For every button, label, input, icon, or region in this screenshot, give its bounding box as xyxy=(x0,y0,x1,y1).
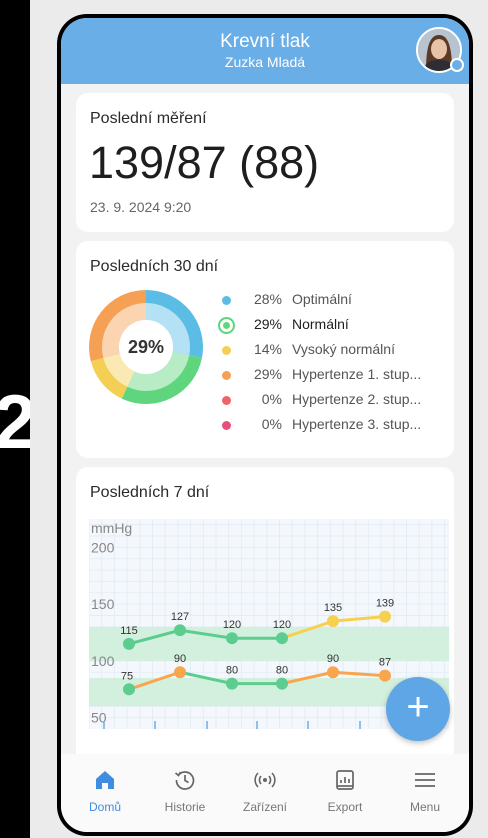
last-measurement-card[interactable]: Poslední měření 139/87 (88) 23. 9. 2024 … xyxy=(76,93,454,232)
app-screen: Krevní tlak Zuzka Mladá Poslední měření … xyxy=(61,18,469,832)
nav-label: Export xyxy=(327,800,363,814)
data-label: 75 xyxy=(121,670,133,682)
card-title: Posledních 30 dní xyxy=(90,258,219,275)
y-axis-label: mmHg xyxy=(91,520,132,536)
card-title: Poslední měření xyxy=(90,110,207,127)
legend-pct: 0% xyxy=(261,391,282,407)
app-header: Krevní tlak Zuzka Mladá xyxy=(61,18,469,84)
legend-item[interactable]: 28% Optimální xyxy=(216,291,452,311)
legend-label: Hypertenze 2. stup... xyxy=(292,391,422,407)
legend-item[interactable]: 29% Hypertenze 1. stup... xyxy=(216,366,452,386)
data-label: 90 xyxy=(174,653,186,665)
data-point xyxy=(327,615,339,628)
data-label: 120 xyxy=(223,619,241,631)
y-tick-label: 150 xyxy=(91,596,115,612)
last-30-days-card[interactable]: Posledních 30 dní 29% 28% Optimální 29% … xyxy=(76,241,454,458)
systolic-target-band xyxy=(89,626,449,661)
legend-pct: 0% xyxy=(261,416,282,432)
history-icon xyxy=(174,771,195,790)
y-tick-label: 100 xyxy=(91,653,115,669)
measurement-value: 139/87 (88) xyxy=(89,137,320,188)
nav-item-home[interactable]: Domů xyxy=(65,754,145,832)
phone-frame: Krevní tlak Zuzka Mladá Poslední měření … xyxy=(57,14,473,836)
data-point xyxy=(174,624,186,637)
nav-item-devices[interactable]: Zařízení xyxy=(225,754,305,832)
data-label: 135 xyxy=(324,602,342,614)
legend-item[interactable]: 0% Hypertenze 3. stup... xyxy=(216,416,452,436)
data-label: 139 xyxy=(376,598,394,610)
data-point xyxy=(123,637,135,650)
legend-dot xyxy=(222,371,231,380)
y-tick-label: 200 xyxy=(91,539,115,555)
add-measurement-button[interactable]: + xyxy=(386,677,450,741)
legend-item[interactable]: 14% Vysoký normální xyxy=(216,341,452,361)
legend-pct: 14% xyxy=(253,341,282,357)
legend-dot-selected xyxy=(218,317,235,334)
legend-label: Hypertenze 1. stup... xyxy=(292,366,422,382)
legend-dot xyxy=(222,421,231,430)
legend-label: Normální xyxy=(292,316,349,332)
nav-label: Historie xyxy=(164,800,206,814)
data-label: 80 xyxy=(276,665,288,677)
nav-label: Menu xyxy=(409,800,441,814)
patient-name[interactable]: Zuzka Mladá xyxy=(61,54,469,70)
legend-item[interactable]: 0% Hypertenze 2. stup... xyxy=(216,391,452,411)
legend-pct: 29% xyxy=(253,366,282,382)
card-title: Posledních 7 dní xyxy=(90,484,210,501)
legend-dot xyxy=(222,296,231,305)
app-title: Krevní tlak xyxy=(220,31,310,52)
legend-dot xyxy=(222,346,231,355)
wireless-device-icon xyxy=(254,772,276,788)
data-point xyxy=(379,610,391,623)
legend-label: Hypertenze 3. stup... xyxy=(292,416,422,432)
nav-item-history[interactable]: Historie xyxy=(145,754,225,832)
data-point xyxy=(226,677,238,690)
data-point xyxy=(174,666,186,679)
distribution-donut: 29% xyxy=(89,290,203,404)
data-label: 90 xyxy=(327,653,339,665)
nav-item-menu[interactable]: Menu xyxy=(385,754,465,832)
data-label: 115 xyxy=(120,625,138,637)
data-point xyxy=(276,677,288,690)
donut-center-label: 29% xyxy=(128,337,164,357)
legend-pct: 28% xyxy=(253,291,282,307)
data-label: 87 xyxy=(379,657,391,669)
legend-label: Vysoký normální xyxy=(292,341,395,357)
data-point xyxy=(276,632,288,645)
bottom-navigation: Domů Historie Zařízení Export Menu xyxy=(61,754,469,832)
data-point xyxy=(327,666,339,679)
legend-item[interactable]: 29% Normální xyxy=(216,316,452,336)
menu-icon xyxy=(415,773,435,787)
home-icon xyxy=(96,771,114,789)
data-label: 80 xyxy=(226,665,238,677)
data-label: 120 xyxy=(273,619,291,631)
legend-label: Optimální xyxy=(292,291,352,307)
data-label: 127 xyxy=(171,611,189,623)
plus-icon: + xyxy=(406,685,430,729)
profile-switch-icon[interactable] xyxy=(450,58,464,72)
nav-label: Zařízení xyxy=(242,800,287,814)
export-icon xyxy=(336,770,354,790)
data-point xyxy=(379,669,391,682)
data-point xyxy=(226,632,238,645)
legend-dot xyxy=(222,396,231,405)
legend-pct: 29% xyxy=(253,316,282,332)
nav-label: Domů xyxy=(88,800,121,814)
nav-item-export[interactable]: Export xyxy=(305,754,385,832)
data-point xyxy=(123,683,135,696)
measurement-timestamp: 23. 9. 2024 9:20 xyxy=(90,199,192,215)
